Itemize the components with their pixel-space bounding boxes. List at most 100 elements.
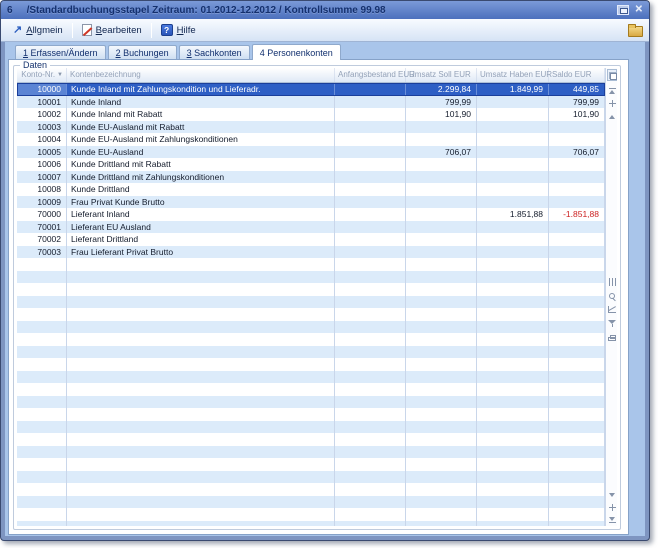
restore-window-icon[interactable]	[617, 5, 629, 15]
table-row-empty[interactable]	[17, 283, 605, 296]
scroll-up-icon[interactable]	[608, 99, 616, 108]
table-cell	[335, 133, 406, 146]
table-cell: 70002	[17, 233, 67, 246]
table-row-empty[interactable]	[17, 471, 605, 484]
table-cell	[477, 483, 549, 496]
table-row-empty[interactable]	[17, 446, 605, 459]
table-cell	[406, 433, 477, 446]
table-row-empty[interactable]	[17, 358, 605, 371]
scroll-last-row-icon[interactable]	[608, 516, 616, 525]
table-row-empty[interactable]	[17, 346, 605, 359]
allgemein-button[interactable]: ↗ Allgmein	[7, 23, 69, 38]
table-row-empty[interactable]	[17, 433, 605, 446]
table-row[interactable]: 70001Lieferant EU Ausland	[17, 221, 605, 234]
table-row[interactable]: 10004Kunde EU-Ausland mit Zahlungskondit…	[17, 133, 605, 146]
table-cell	[67, 258, 335, 271]
table-row[interactable]: 10003Kunde EU-Ausland mit Rabatt	[17, 121, 605, 134]
table-cell: Lieferant Inland	[67, 208, 335, 221]
table-row-empty[interactable]	[17, 421, 605, 434]
table-row-empty[interactable]	[17, 333, 605, 346]
column-header-kontenbezeichnung[interactable]: Kontenbezeichnung	[67, 68, 335, 82]
table-cell: 449,85	[549, 83, 605, 96]
table-row-empty[interactable]	[17, 458, 605, 471]
table-row[interactable]: 70002Lieferant Drittland	[17, 233, 605, 246]
table-cell	[406, 258, 477, 271]
table-cell	[67, 333, 335, 346]
table-cell	[406, 496, 477, 509]
table-row[interactable]: 10007Kunde Drittland mit Zahlungskonditi…	[17, 171, 605, 184]
table-cell	[17, 346, 67, 359]
table-row-empty[interactable]	[17, 258, 605, 271]
column-header-saldo[interactable]: Saldo EUR	[549, 68, 605, 82]
table-row-empty[interactable]	[17, 496, 605, 509]
table-cell	[406, 396, 477, 409]
table-row[interactable]: 10001Kunde Inland799,99799,99	[17, 96, 605, 109]
table-row[interactable]: 10006Kunde Drittland mit Rabatt	[17, 158, 605, 171]
table-row-empty[interactable]	[17, 408, 605, 421]
table-cell	[477, 246, 549, 259]
column-chooser-icon[interactable]	[607, 69, 617, 81]
hilfe-button[interactable]: ? Hilfe	[155, 22, 202, 38]
table-cell	[335, 396, 406, 409]
scroll-first-row-icon[interactable]	[608, 86, 616, 95]
table-row-empty[interactable]	[17, 296, 605, 309]
table-cell	[67, 383, 335, 396]
table-row-empty[interactable]	[17, 321, 605, 334]
table-cell: Kunde Drittland mit Zahlungskonditionen	[67, 171, 335, 184]
column-header-konto-nr[interactable]: Konto-Nr.▼	[17, 68, 67, 82]
table-cell	[549, 183, 605, 196]
scroll-down-icon[interactable]	[608, 503, 616, 512]
table-row[interactable]: 70000Lieferant Inland1.851,88-1.851,88	[17, 208, 605, 221]
tab-erfassen-aendern[interactable]: 1 Erfassen/Ändern	[15, 45, 106, 59]
table-cell	[67, 371, 335, 384]
table-row-empty[interactable]	[17, 383, 605, 396]
table-row[interactable]: 70003Frau Lieferant Privat Brutto	[17, 246, 605, 259]
table-cell	[549, 383, 605, 396]
table-cell: 10006	[17, 158, 67, 171]
table-cell	[477, 421, 549, 434]
tab-buchungen[interactable]: 2 Buchungen	[108, 45, 177, 59]
table-cell	[17, 383, 67, 396]
table-cell	[335, 433, 406, 446]
table-row[interactable]: 10002Kunde Inland mit Rabatt101,90101,90	[17, 108, 605, 121]
tab-personenkonten[interactable]: 4 Personenkonten	[252, 44, 341, 60]
table-row-empty[interactable]	[17, 508, 605, 521]
table-cell	[335, 246, 406, 259]
table-row-empty[interactable]	[17, 483, 605, 496]
table-row[interactable]: 10009Frau Privat Kunde Brutto	[17, 196, 605, 209]
toolbar: ↗ Allgmein Bearbeiten ? Hilfe	[1, 19, 649, 42]
edit-document-icon	[82, 24, 92, 36]
table-cell	[17, 371, 67, 384]
table-cell	[477, 321, 549, 334]
table-cell	[406, 471, 477, 484]
column-header-umsatz-haben[interactable]: Umsatz Haben EUR	[477, 68, 549, 82]
table-row-empty[interactable]	[17, 521, 605, 527]
print-icon[interactable]	[608, 333, 616, 342]
table-row-empty[interactable]	[17, 308, 605, 321]
table-row-empty[interactable]	[17, 396, 605, 409]
table-cell	[335, 271, 406, 284]
search-icon[interactable]	[608, 291, 616, 300]
folder-icon[interactable]	[628, 26, 643, 37]
table-cell	[17, 308, 67, 321]
table-row[interactable]: 10005Kunde EU-Ausland706,07706,07	[17, 146, 605, 159]
table-cell	[67, 396, 335, 409]
table-cell	[406, 271, 477, 284]
table-row-empty[interactable]	[17, 371, 605, 384]
close-window-icon[interactable]: ✕	[635, 5, 643, 15]
table-cell	[406, 158, 477, 171]
chart-icon[interactable]	[608, 305, 616, 314]
bearbeiten-button[interactable]: Bearbeiten	[76, 22, 148, 38]
table-row[interactable]: 10000Kunde Inland mit Zahlungskondition …	[17, 83, 605, 96]
page-down-icon[interactable]	[608, 490, 616, 499]
tab-sachkonten[interactable]: 3 Sachkonten	[179, 45, 250, 59]
page-up-icon[interactable]	[608, 112, 616, 121]
column-header-anfangsbestand[interactable]: Anfangsbestand EUR	[335, 68, 406, 82]
filter-icon[interactable]	[608, 319, 616, 328]
columns-icon[interactable]	[608, 277, 616, 286]
column-header-umsatz-soll[interactable]: Umsatz Soll EUR	[406, 68, 477, 82]
table-cell: Frau Lieferant Privat Brutto	[67, 246, 335, 259]
table-cell	[549, 496, 605, 509]
table-row-empty[interactable]	[17, 271, 605, 284]
table-row[interactable]: 10008Kunde Drittland	[17, 183, 605, 196]
